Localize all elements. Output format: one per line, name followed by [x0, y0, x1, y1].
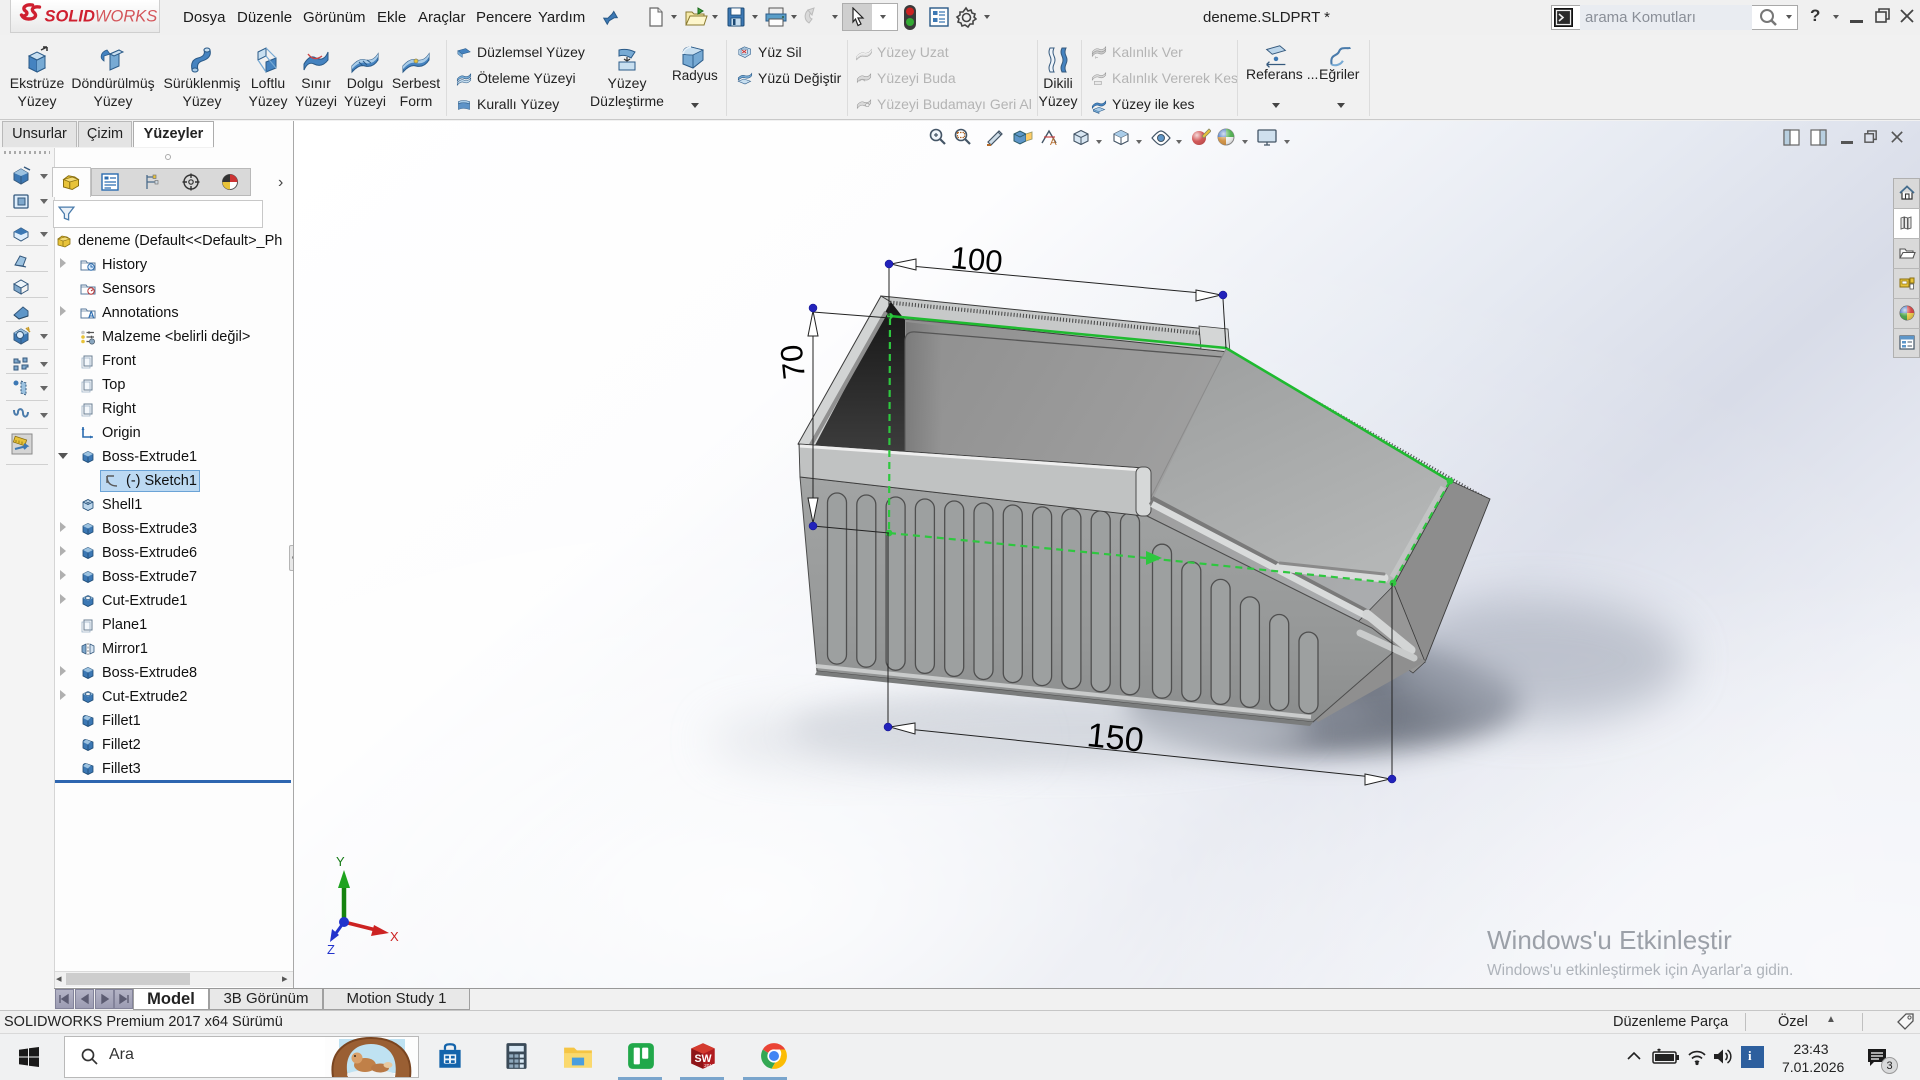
svg-text:100: 100: [949, 240, 1004, 280]
svg-text:70: 70: [774, 343, 812, 381]
svg-text:150: 150: [1085, 716, 1145, 760]
svg-text:X: X: [390, 929, 399, 944]
svg-text:Windows'u etkinleştirmek için: Windows'u etkinleştirmek için Ayarlar'a …: [1487, 962, 1793, 979]
svg-text:Y: Y: [336, 854, 345, 869]
svg-text:Windows'u Etkinleştir: Windows'u Etkinleştir: [1487, 925, 1732, 955]
svg-text:2017: 2017: [704, 1063, 715, 1069]
svg-text:SW: SW: [694, 1053, 712, 1065]
svg-text:SOLIDWORKS: SOLIDWORKS: [45, 8, 158, 26]
svg-text:A: A: [1050, 137, 1057, 148]
svg-text:Z: Z: [327, 942, 335, 957]
